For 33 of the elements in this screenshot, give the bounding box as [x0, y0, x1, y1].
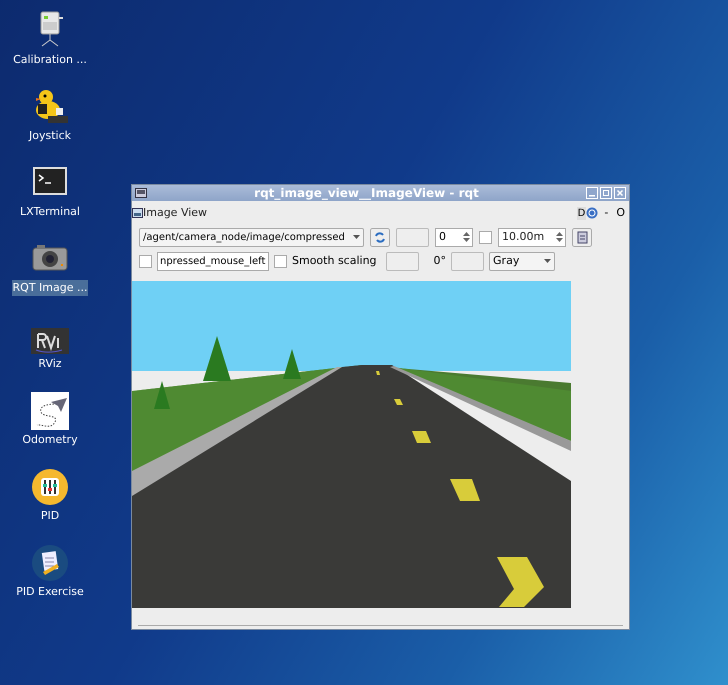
window-title: rqt_image_view__ImageView - rqt [253, 185, 480, 201]
desktop-icon-label[interactable]: PID [40, 508, 60, 524]
window-icon [135, 188, 147, 198]
desktop-icon-label[interactable]: Odometry [21, 432, 79, 448]
dock-button[interactable]: D [576, 206, 586, 220]
checkbox[interactable] [139, 254, 152, 268]
checkbox[interactable] [274, 254, 287, 268]
desktop-icon-label[interactable]: Calibration ... [12, 52, 88, 68]
refresh-button[interactable] [370, 228, 390, 246]
desktop-icon-label[interactable]: PID Exercise [15, 584, 85, 600]
image-icon [132, 208, 143, 218]
plugin-title: Image View [143, 204, 208, 221]
spin-arrows-icon[interactable] [463, 231, 470, 243]
spin-arrows-icon[interactable] [556, 231, 563, 243]
desktop-icon-label[interactable]: LXTerminal [19, 204, 81, 220]
caret-icon [544, 259, 552, 263]
caret-icon [353, 235, 360, 239]
rotation-label: 0° [434, 252, 446, 269]
desktop-icon-label[interactable]: RViz [37, 356, 63, 372]
checkbox[interactable] [479, 230, 492, 244]
save-button[interactable] [572, 228, 592, 246]
desktop-icon-label[interactable]: RQT Image ... [12, 280, 88, 296]
colormap-dropdown[interactable]: Gray [489, 252, 556, 270]
minimize-plugin-button[interactable]: - [604, 204, 608, 222]
spin-box[interactable]: 0 [435, 228, 473, 246]
desktop-icon-label[interactable]: Joystick [28, 128, 72, 144]
close-plugin-button[interactable]: O [616, 204, 625, 222]
topic-dropdown[interactable]: /agent/camera_node/image/compressed [139, 228, 364, 246]
smooth-scaling-label: Smooth scaling [292, 252, 377, 269]
help-icon[interactable] [586, 207, 598, 219]
mouse-topic-field[interactable]: npressed_mouse_left [157, 252, 269, 270]
duration-spin-box[interactable]: 10.00m [498, 228, 566, 246]
odometry-icon[interactable] [31, 392, 69, 430]
